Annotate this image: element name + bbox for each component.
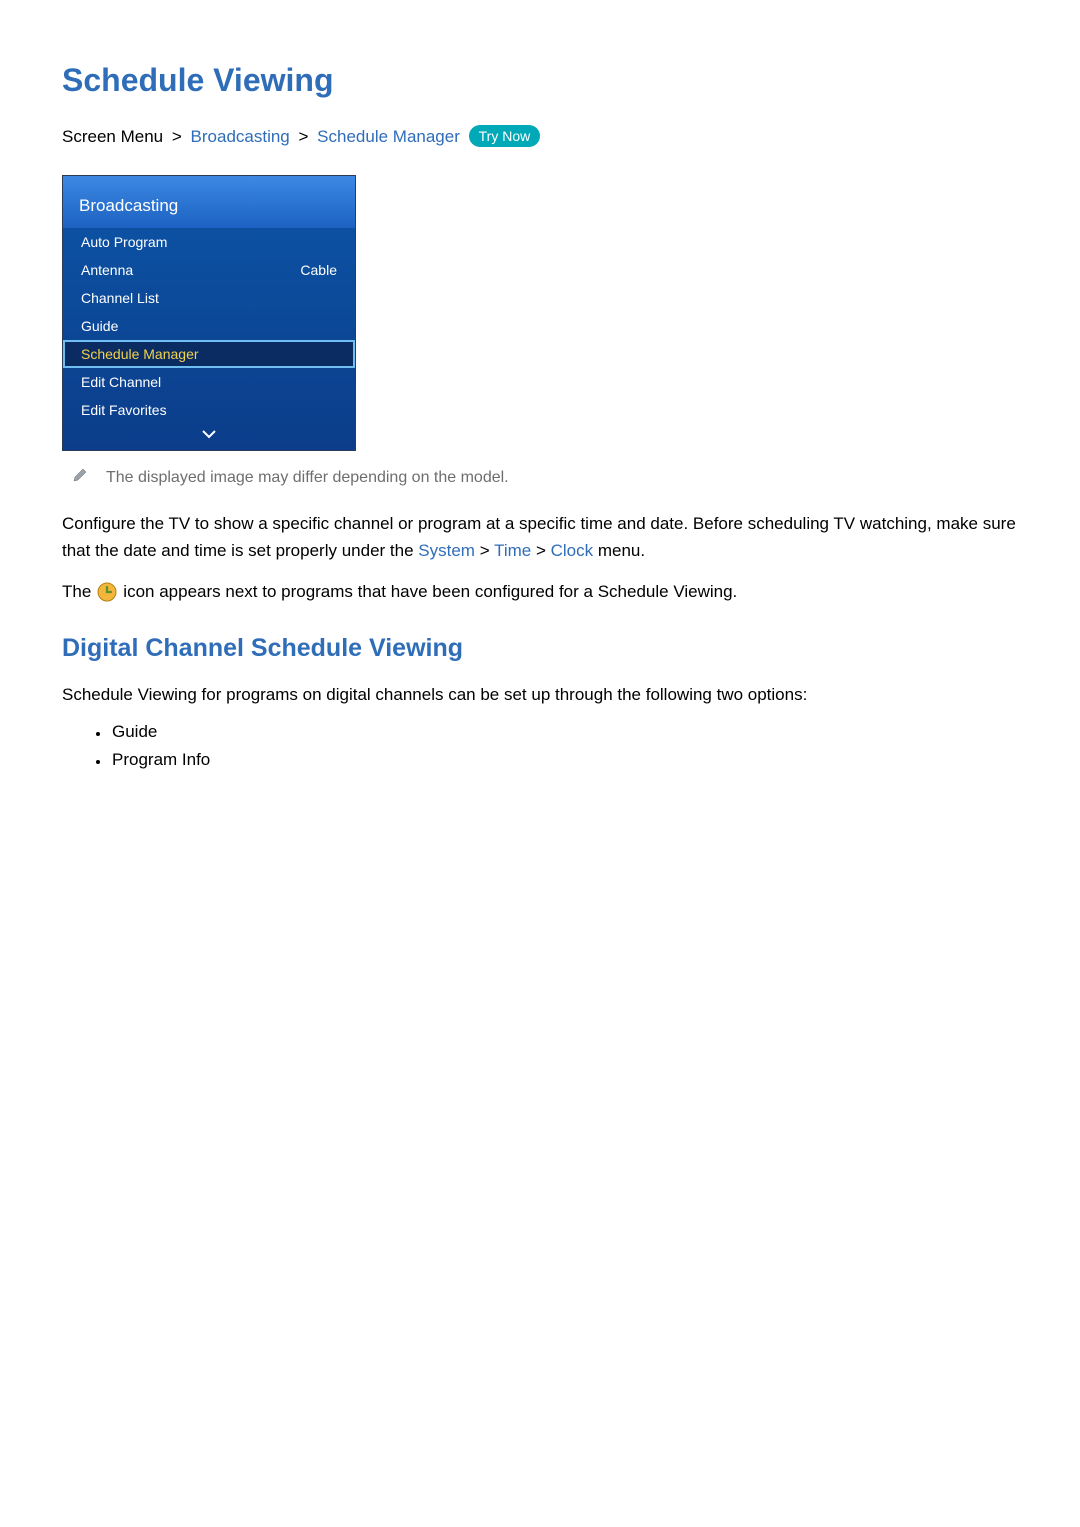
page-title: Schedule Viewing: [62, 62, 1020, 99]
model-note-text: The displayed image may differ depending…: [106, 469, 509, 487]
pencil-icon: [72, 467, 88, 488]
clock-icon: [97, 582, 117, 602]
try-now-badge[interactable]: Try Now: [469, 125, 541, 147]
osd-row-edit-favorites[interactable]: Edit Favorites: [63, 396, 355, 424]
para-text: The: [62, 578, 91, 605]
breadcrumb-sep: >: [299, 127, 309, 146]
model-note: The displayed image may differ depending…: [62, 467, 1020, 488]
breadcrumb-sep: >: [172, 127, 182, 146]
icon-paragraph: The icon appears next to programs that h…: [62, 578, 1020, 605]
osd-row-label: Auto Program: [81, 234, 167, 250]
list-item: Program Info: [110, 750, 1020, 770]
osd-row-channel-list[interactable]: Channel List: [63, 284, 355, 312]
osd-row-schedule-manager[interactable]: Schedule Manager: [63, 340, 355, 368]
osd-header: Broadcasting: [63, 176, 355, 228]
osd-row-antenna[interactable]: Antenna Cable: [63, 256, 355, 284]
breadcrumb-broadcasting[interactable]: Broadcasting: [191, 127, 290, 146]
osd-row-auto-program[interactable]: Auto Program: [63, 228, 355, 256]
osd-row-label: Antenna: [81, 262, 133, 278]
config-paragraph: Configure the TV to show a specific chan…: [62, 510, 1020, 564]
osd-row-label: Edit Channel: [81, 374, 161, 390]
options-intro: Schedule Viewing for programs on digital…: [62, 681, 1020, 708]
para-text: menu.: [593, 541, 645, 560]
osd-panel: Broadcasting Auto Program Antenna Cable …: [62, 175, 356, 451]
osd-row-guide[interactable]: Guide: [63, 312, 355, 340]
sep: >: [536, 541, 546, 560]
link-time[interactable]: Time: [494, 541, 531, 560]
osd-row-label: Schedule Manager: [81, 346, 199, 362]
breadcrumb-schedule-manager[interactable]: Schedule Manager: [317, 127, 460, 146]
para-text: icon appears next to programs that have …: [123, 578, 737, 605]
osd-row-label: Edit Favorites: [81, 402, 167, 418]
osd-row-label: Channel List: [81, 290, 159, 306]
osd-row-label: Guide: [81, 318, 118, 334]
breadcrumb-prefix: Screen Menu: [62, 127, 163, 146]
sep: >: [480, 541, 490, 560]
link-system[interactable]: System: [418, 541, 475, 560]
digital-channel-subhead: Digital Channel Schedule Viewing: [62, 634, 1020, 663]
osd-row-value: Cable: [300, 262, 337, 278]
chevron-down-icon[interactable]: [63, 424, 355, 450]
list-item: Guide: [110, 722, 1020, 742]
breadcrumb: Screen Menu > Broadcasting > Schedule Ma…: [62, 125, 1020, 147]
link-clock[interactable]: Clock: [551, 541, 594, 560]
options-list: Guide Program Info: [110, 722, 1020, 770]
osd-row-edit-channel[interactable]: Edit Channel: [63, 368, 355, 396]
